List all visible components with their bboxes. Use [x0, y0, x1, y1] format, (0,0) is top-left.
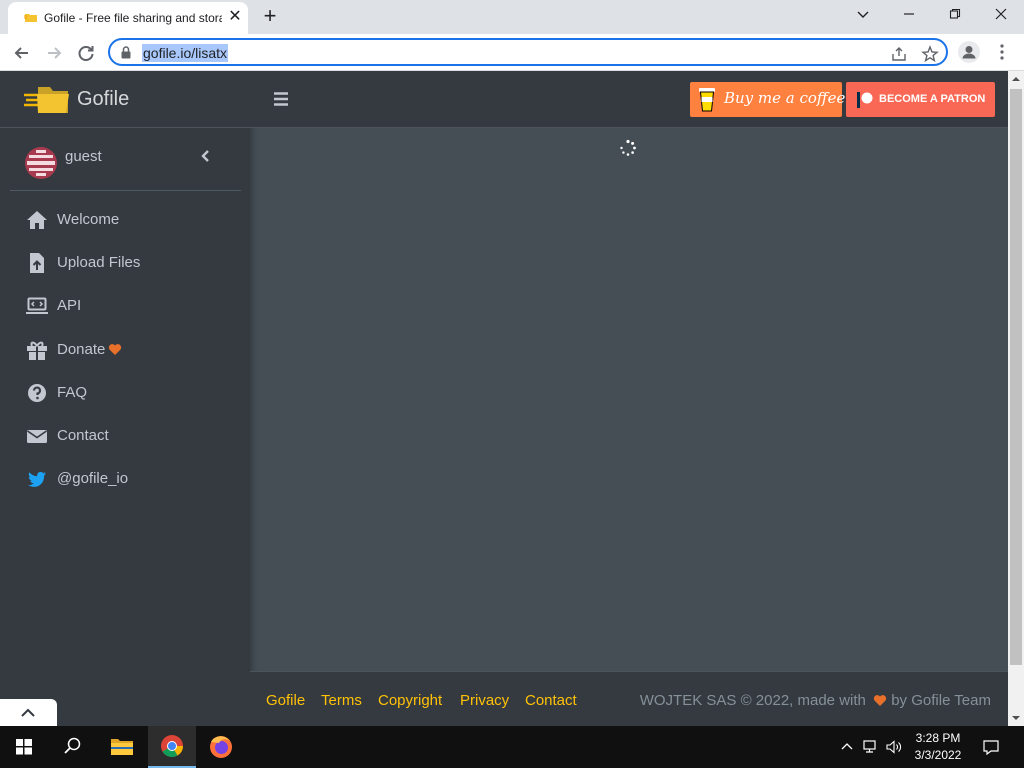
- url-text[interactable]: gofile.io/lisatx: [142, 44, 229, 62]
- footer-link-contact[interactable]: Contact: [525, 692, 577, 709]
- firefox-icon[interactable]: [197, 726, 245, 768]
- gofile-favicon-icon: [24, 14, 37, 22]
- notification-center-icon[interactable]: [982, 739, 1000, 755]
- sidebar: Gofile guest Welcome Upload Files API Do…: [0, 71, 250, 726]
- sidebar-item-api[interactable]: API: [18, 287, 240, 325]
- new-tab-icon[interactable]: +: [258, 5, 282, 29]
- heart-icon: [873, 695, 887, 706]
- avatar[interactable]: [24, 146, 58, 180]
- username: guest: [65, 148, 102, 165]
- scroll-up-arrow-icon[interactable]: [1012, 75, 1020, 83]
- show-hidden-icons-chevron-icon[interactable]: [838, 739, 856, 755]
- chevron-up-icon: [21, 708, 35, 717]
- profile-avatar-icon[interactable]: [958, 41, 980, 63]
- page-content: Gofile guest Welcome Upload Files API Do…: [0, 71, 1008, 726]
- search-icon[interactable]: [48, 726, 96, 768]
- twitter-icon: [28, 471, 46, 487]
- chrome-icon[interactable]: [148, 726, 196, 768]
- tab-search-icon[interactable]: [848, 4, 878, 26]
- vertical-scrollbar[interactable]: [1008, 71, 1024, 726]
- sidebar-item-contact[interactable]: Contact: [18, 417, 240, 455]
- file-explorer-icon[interactable]: [98, 726, 146, 768]
- clock-time: 3:28 PM: [915, 731, 961, 745]
- brand-link[interactable]: Gofile: [0, 71, 250, 128]
- share-icon[interactable]: [890, 45, 908, 63]
- question-circle-icon: [28, 384, 46, 402]
- envelope-icon: [27, 430, 47, 443]
- taskbar: 3:28 PM 3/3/2022: [0, 726, 1024, 768]
- scroll-down-arrow-icon[interactable]: [1012, 714, 1020, 722]
- heart-icon: [109, 344, 122, 355]
- footer-link-terms[interactable]: Terms: [321, 692, 362, 709]
- sidebar-item-welcome[interactable]: Welcome: [18, 201, 240, 239]
- footer: Gofile Terms Copyright Privacy Contact W…: [250, 671, 1008, 726]
- close-window-icon[interactable]: [986, 4, 1016, 26]
- minimize-icon[interactable]: [894, 4, 924, 26]
- coffee-cup-icon: [699, 88, 715, 112]
- buy-me-a-coffee-label: Buy me a coffee: [724, 89, 846, 107]
- hamburger-menu-icon[interactable]: [273, 91, 289, 107]
- sidebar-item-faq[interactable]: FAQ: [18, 374, 240, 412]
- sidebar-item-twitter[interactable]: @gofile_io: [18, 460, 240, 498]
- sidebar-item-label: Upload Files: [57, 254, 141, 271]
- brand-text: Gofile: [77, 88, 130, 110]
- sidebar-item-label: Welcome: [57, 211, 120, 228]
- clock-date: 3/3/2022: [914, 748, 962, 762]
- bookmark-star-icon[interactable]: [921, 45, 939, 63]
- patreon-icon: [857, 92, 873, 108]
- system-clock[interactable]: 3:28 PM 3/3/2022: [904, 730, 972, 764]
- back-arrow-icon[interactable]: [9, 40, 35, 66]
- restore-icon[interactable]: [940, 4, 970, 26]
- footer-link-gofile[interactable]: Gofile: [266, 692, 305, 709]
- gift-icon: [27, 341, 47, 360]
- loading-spinner-icon: [620, 139, 636, 156]
- footer-link-copyright[interactable]: Copyright: [378, 692, 442, 709]
- buy-me-a-coffee-button[interactable]: Buy me a coffee: [690, 82, 846, 117]
- copyright-text: WOJTEK SAS © 2022, made with by Gofile T…: [639, 692, 991, 709]
- browser-toolbar: gofile.io/lisatx: [0, 34, 1024, 71]
- sidebar-item-donate[interactable]: Donate: [18, 331, 240, 369]
- sidebar-item-label: @gofile_io: [57, 470, 129, 487]
- footer-link-privacy[interactable]: Privacy: [460, 692, 509, 709]
- sidebar-item-label: Contact: [57, 427, 109, 444]
- back-to-top-button[interactable]: [0, 699, 57, 726]
- file-upload-icon: [30, 253, 44, 273]
- gofile-logo-icon: [24, 87, 69, 113]
- sidebar-item-label: FAQ: [57, 384, 88, 401]
- user-panel: guest: [10, 128, 241, 191]
- lock-icon[interactable]: [121, 46, 131, 59]
- reload-icon[interactable]: [73, 40, 99, 66]
- tab-close-icon[interactable]: ✕: [226, 8, 244, 26]
- browser-tab[interactable]: Gofile - Free file sharing and storage ✕: [8, 2, 248, 34]
- address-bar[interactable]: gofile.io/lisatx: [108, 38, 948, 66]
- browser-menu-icon[interactable]: [996, 42, 1008, 62]
- home-icon: [27, 211, 47, 229]
- sidebar-item-label: Donate: [57, 341, 122, 358]
- sidebar-item-upload-files[interactable]: Upload Files: [18, 244, 240, 282]
- top-navbar: Buy me a coffee BECOME A PATRON: [250, 71, 1008, 128]
- sidebar-item-label: API: [57, 297, 82, 314]
- network-icon[interactable]: [862, 739, 880, 755]
- browser-tab-strip: Gofile - Free file sharing and storage ✕…: [0, 0, 1024, 34]
- become-a-patron-label: BECOME A PATRON: [879, 93, 986, 105]
- windows-start-icon[interactable]: [0, 726, 48, 768]
- forward-arrow-icon[interactable]: [41, 40, 67, 66]
- laptop-code-icon: [26, 297, 48, 314]
- tab-title: Gofile - Free file sharing and storage: [44, 11, 222, 25]
- volume-icon[interactable]: [885, 739, 903, 755]
- chevron-left-icon[interactable]: [198, 148, 212, 164]
- scrollbar-thumb[interactable]: [1010, 89, 1022, 665]
- become-a-patron-button[interactable]: BECOME A PATRON: [846, 82, 995, 117]
